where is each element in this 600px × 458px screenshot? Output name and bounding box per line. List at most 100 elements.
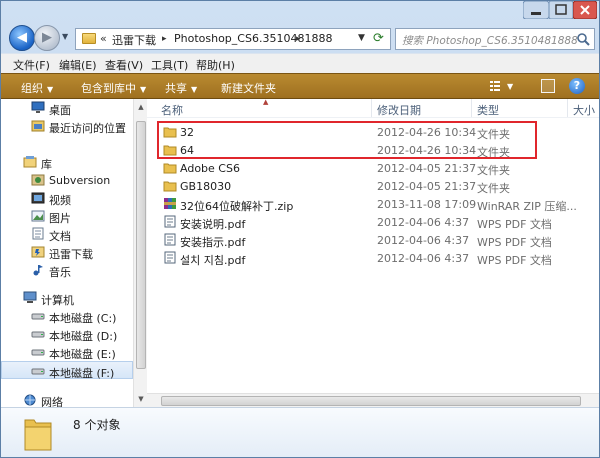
refresh-icon[interactable]: ⟳ [373,31,384,46]
column-divider[interactable] [567,99,568,117]
include-in-library-label: 包含到库中 [81,82,136,95]
file-row[interactable]: GB18030 2012-04-05 21:37 文件夹 [147,177,599,195]
details-pane: 8 个对象 [1,407,599,457]
breadcrumb-separator[interactable]: ▸ [162,34,167,44]
nav-label: 图片 [49,212,71,225]
search-input[interactable]: 搜索 Photoshop_CS6.3510481888 [395,28,595,50]
scroll-down-icon[interactable]: ▼ [136,394,146,404]
menu-help[interactable]: 帮助(H) [196,57,235,73]
file-type: 文件夹 [477,164,510,177]
organize-label: 组织 [21,82,43,95]
nav-label: 本地磁盘 (D:) [49,330,118,343]
nav-item-thunder-download[interactable]: 迅雷下载 [1,243,133,261]
nav-item-computer[interactable]: 计算机 [1,289,133,307]
back-button[interactable]: ◀ [9,25,35,51]
nav-item-drive-f[interactable]: 本地磁盘 (F:) [1,361,133,380]
pdf-document-icon [164,233,176,246]
menu-bar: 文件(F) 编辑(E) 查看(V) 工具(T) 帮助(H) [1,53,599,73]
file-name: 설치 지침.pdf [180,254,246,267]
menu-edit[interactable]: 编辑(E) [59,57,97,73]
library-icon [23,156,37,168]
help-button[interactable]: ? [569,78,585,94]
file-list: ▲ 名称 修改日期 类型 大小 32 2012-04-26 10:34 文件夹 … [147,98,599,407]
file-row[interactable]: 安装指示.pdf 2012-04-06 4:37 WPS PDF 文档 [147,231,599,249]
forward-button[interactable]: ▶ [34,25,60,51]
scroll-thumb[interactable] [161,396,581,406]
nav-label: 视频 [49,194,71,207]
menu-tools[interactable]: 工具(T) [151,57,188,73]
search-icon[interactable] [576,32,590,46]
folder-icon [82,33,96,44]
organize-button[interactable]: 组织 ▼ [21,80,53,96]
file-row[interactable]: 설치 지침.pdf 2012-04-06 4:37 WPS PDF 文档 [147,249,599,267]
drive-icon [31,349,45,356]
nav-item-drive-c[interactable]: 本地磁盘 (C:) [1,307,133,325]
file-row[interactable]: 安装说明.pdf 2012-04-06 4:37 WPS PDF 文档 [147,213,599,231]
file-name: Adobe CS6 [180,162,240,175]
nav-label: 本地磁盘 (F:) [49,367,115,380]
share-label: 共享 [165,82,187,95]
file-date: 2012-04-06 4:37 [377,216,470,229]
file-type: WPS PDF 文档 [477,218,552,231]
chevron-down-icon: ▼ [140,85,147,94]
nav-item-subversion[interactable]: Subversion [1,171,133,189]
preview-pane-icon[interactable] [541,79,555,93]
new-folder-button[interactable]: 新建文件夹 [221,80,276,96]
column-divider[interactable] [471,99,472,117]
nav-item-documents[interactable]: 文档 [1,225,133,243]
view-dropdown-icon[interactable]: ▼ [507,82,513,91]
drive-icon [31,331,45,338]
horizontal-scrollbar[interactable] [147,393,599,407]
nav-item-video[interactable]: 视频 [1,189,133,207]
column-divider[interactable] [371,99,372,117]
nav-label: 库 [41,158,52,171]
folder-icon [24,419,52,451]
nav-item-pictures[interactable]: 图片 [1,207,133,225]
menu-view[interactable]: 查看(V) [105,57,143,73]
folder-icon [163,181,177,192]
highlight-annotation [157,121,537,159]
scroll-thumb[interactable] [136,121,146,369]
breadcrumb-photoshop-folder[interactable]: Photoshop_CS6.3510481888 [174,32,332,45]
include-in-library-button[interactable]: 包含到库中 ▼ [81,80,146,96]
documents-library-icon [32,227,44,240]
file-name: 32位64位破解补丁.zip [180,200,294,213]
nav-label: 最近访问的位置 [49,122,126,135]
navigation-pane: 桌面 最近访问的位置 库 Subversion 视频 图片 文档 迅雷下载 音乐… [1,99,133,409]
explorer-window: ◀ ▶ ▼ « 迅雷下载 ▸ Photoshop_CS6.3510481888 … [0,0,600,458]
zip-archive-icon [164,198,176,209]
breadcrumb-thunder-download[interactable]: 迅雷下载 [112,32,156,48]
nav-item-desktop[interactable]: 桌面 [1,99,133,117]
nav-item-library[interactable]: 库 [1,153,133,171]
music-library-icon [33,265,43,276]
file-date: 2012-04-06 4:37 [377,252,470,265]
thunder-download-icon [31,246,45,258]
file-row[interactable]: 32位64位破解补丁.zip 2013-11-08 17:09 WinRAR Z… [147,195,599,213]
file-type: WPS PDF 文档 [477,254,552,267]
address-dropdown-icon[interactable]: ▼ [358,33,365,43]
video-library-icon [31,192,45,204]
nav-item-recent-places[interactable]: 最近访问的位置 [1,117,133,135]
pdf-document-icon [164,215,176,228]
menu-file[interactable]: 文件(F) [13,57,50,73]
nav-label: 桌面 [49,104,71,117]
search-placeholder: 搜索 Photoshop_CS6.3510481888 [402,35,578,47]
nav-item-drive-d[interactable]: 本地磁盘 (D:) [1,325,133,343]
nav-item-drive-e[interactable]: 本地磁盘 (E:) [1,343,133,361]
nav-label: 本地磁盘 (E:) [49,348,116,361]
recent-pages-dropdown[interactable]: ▼ [62,32,72,42]
breadcrumb-overflow[interactable]: « [100,32,107,45]
desktop-icon [31,101,45,113]
nav-item-music[interactable]: 音乐 [1,261,133,279]
scroll-up-icon[interactable]: ▲ [136,102,146,112]
nav-label: 音乐 [49,266,71,279]
file-name: 安装指示.pdf [180,236,246,249]
address-bar[interactable]: « 迅雷下载 ▸ Photoshop_CS6.3510481888 ▸ ▼ ⟳ [75,28,391,50]
change-view-icon[interactable] [489,79,505,93]
breadcrumb-separator[interactable]: ▸ [296,34,301,44]
navigation-scrollbar[interactable]: ▲ ▼ [133,99,147,407]
file-date: 2012-04-06 4:37 [377,234,470,247]
file-row[interactable]: Adobe CS6 2012-04-05 21:37 文件夹 [147,159,599,177]
share-button[interactable]: 共享 ▼ [165,80,197,96]
file-date: 2012-04-05 21:37 [377,162,477,175]
